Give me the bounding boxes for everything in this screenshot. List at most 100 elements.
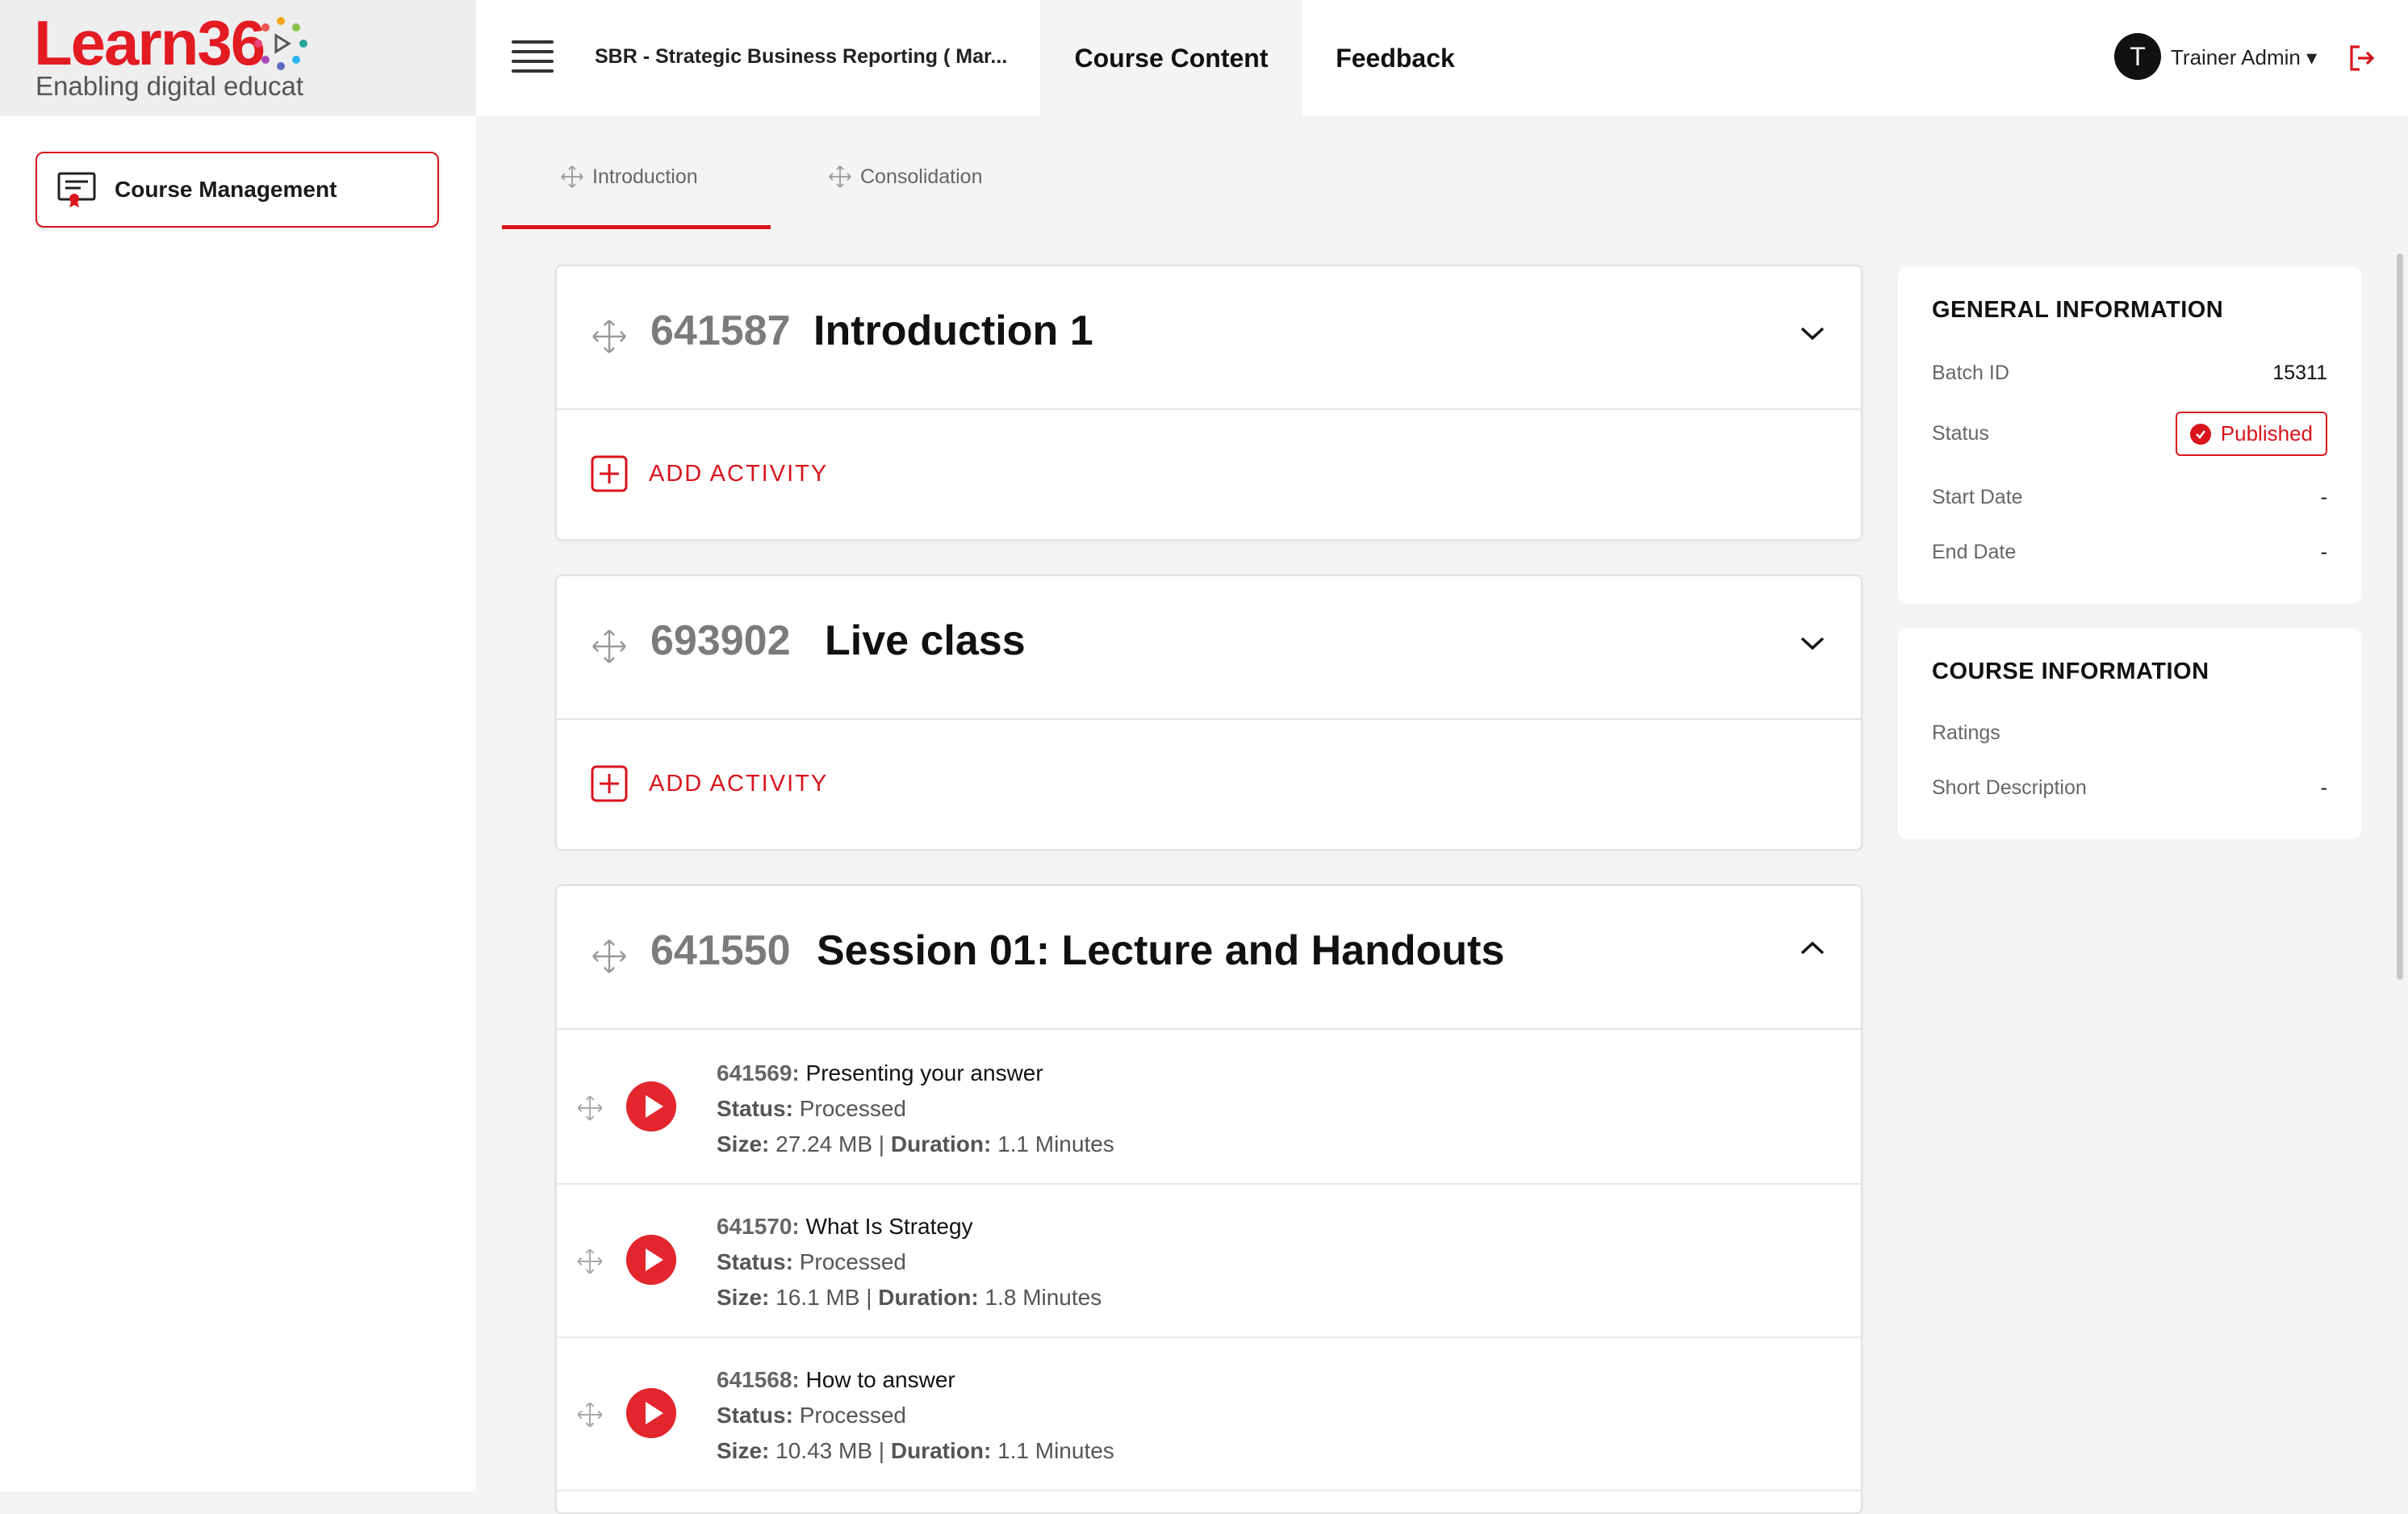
list-item[interactable]: 641568: How to answer Status: Processed … bbox=[557, 1336, 1861, 1491]
activity-name[interactable]: Presenting your answer bbox=[806, 1060, 1043, 1085]
activity-id: 641568: bbox=[717, 1367, 800, 1392]
duration-label: Duration: bbox=[890, 1438, 992, 1463]
user-menu[interactable]: Trainer Admin ▾ bbox=[2171, 45, 2317, 70]
logo-wordmark: Learn36 bbox=[34, 7, 265, 78]
activity-details: 641570: What Is Strategy Status: Process… bbox=[717, 1209, 1102, 1315]
info-row-status: Status Published bbox=[1932, 412, 2327, 456]
active-tab-indicator bbox=[502, 225, 771, 229]
drag-handle-icon[interactable] bbox=[576, 1248, 604, 1275]
info-label: Batch ID bbox=[1932, 362, 2009, 384]
chevron-down-icon[interactable] bbox=[1800, 634, 1825, 652]
section-id: 641550 bbox=[650, 927, 791, 974]
info-row-short-description: Short Description - bbox=[1932, 776, 2327, 800]
chevron-up-icon[interactable] bbox=[1800, 939, 1825, 957]
drag-handle-icon[interactable] bbox=[591, 938, 628, 975]
logo-area[interactable]: Learn36 Enabling digital educat bbox=[0, 0, 476, 116]
end-date-value: - bbox=[2320, 541, 2327, 563]
status-value: Published bbox=[2220, 421, 2313, 445]
move-icon bbox=[561, 165, 583, 188]
section-card: 641587 Introduction 1 ADD ACTIVITY bbox=[555, 265, 1862, 541]
scrollbar[interactable] bbox=[2397, 253, 2403, 980]
certificate-icon bbox=[57, 172, 96, 207]
general-information-panel: GENERAL INFORMATION Batch ID 15311 Statu… bbox=[1898, 266, 2361, 604]
info-row-ratings: Ratings bbox=[1932, 721, 2327, 745]
sidebar-item-course-management[interactable]: Course Management bbox=[36, 152, 439, 228]
activity-size: 16.1 MB bbox=[775, 1285, 860, 1310]
logo-dots-icon bbox=[254, 17, 307, 70]
activity-name[interactable]: How to answer bbox=[806, 1367, 955, 1392]
info-row-start-date: Start Date - bbox=[1932, 486, 2327, 509]
separator: | bbox=[878, 1438, 885, 1463]
logout-icon[interactable] bbox=[2347, 44, 2376, 73]
separator: | bbox=[866, 1285, 872, 1310]
avatar[interactable]: T bbox=[2114, 33, 2161, 80]
info-row-batch-id: Batch ID 15311 bbox=[1932, 362, 2327, 385]
duration-label: Duration: bbox=[890, 1131, 992, 1156]
drag-handle-icon[interactable] bbox=[591, 628, 628, 665]
activity-id: 641570: bbox=[717, 1214, 800, 1239]
move-icon bbox=[829, 165, 851, 188]
size-label: Size: bbox=[717, 1285, 770, 1310]
drag-handle-icon[interactable] bbox=[576, 1401, 604, 1428]
chevron-down-icon[interactable] bbox=[1800, 324, 1825, 342]
info-label: Start Date bbox=[1932, 486, 2023, 508]
info-label: Ratings bbox=[1932, 721, 2000, 744]
section-id: 641587 bbox=[650, 307, 791, 354]
drag-handle-icon[interactable] bbox=[576, 1094, 604, 1122]
activity-duration: 1.1 Minutes bbox=[997, 1131, 1114, 1156]
activity-id: 641569: bbox=[717, 1060, 800, 1085]
activity-details: 641568: How to answer Status: Processed … bbox=[717, 1362, 1114, 1469]
info-label: Short Description bbox=[1932, 776, 2087, 799]
tab-feedback[interactable]: Feedback bbox=[1302, 0, 1488, 116]
activity-duration: 1.1 Minutes bbox=[997, 1438, 1114, 1463]
drag-handle-icon[interactable] bbox=[591, 318, 628, 355]
start-date-value: - bbox=[2320, 486, 2327, 508]
size-label: Size: bbox=[717, 1438, 770, 1463]
section-title: Live class bbox=[825, 617, 1026, 664]
section-title: Session 01: Lecture and Handouts bbox=[817, 927, 1505, 974]
activity-size: 27.24 MB bbox=[775, 1131, 872, 1156]
course-information-panel: COURSE INFORMATION Ratings Short Descrip… bbox=[1898, 628, 2361, 839]
status-badge: Published bbox=[2175, 412, 2327, 456]
section-header[interactable]: 693902 Live class bbox=[557, 576, 1861, 720]
activity-name[interactable]: What Is Strategy bbox=[806, 1214, 973, 1239]
info-row-end-date: End Date - bbox=[1932, 541, 2327, 564]
play-icon[interactable] bbox=[626, 1235, 676, 1285]
play-icon[interactable] bbox=[626, 1388, 676, 1438]
status-label: Status: bbox=[717, 1403, 793, 1428]
separator: | bbox=[878, 1131, 885, 1156]
check-circle-icon bbox=[2189, 423, 2211, 445]
activity-details: 641569: Presenting your answer Status: P… bbox=[717, 1056, 1114, 1162]
logo-tagline: Enabling digital educat bbox=[36, 71, 304, 101]
list-item[interactable]: 641569: Presenting your answer Status: P… bbox=[557, 1030, 1861, 1185]
add-activity-label: ADD ACTIVITY bbox=[649, 460, 829, 487]
add-icon bbox=[591, 455, 628, 492]
short-description-value: - bbox=[2320, 776, 2327, 799]
add-activity-button[interactable]: ADD ACTIVITY bbox=[591, 455, 828, 492]
duration-label: Duration: bbox=[878, 1285, 979, 1310]
activity-duration: 1.8 Minutes bbox=[985, 1285, 1102, 1310]
info-label: End Date bbox=[1932, 541, 2017, 563]
add-activity-label: ADD ACTIVITY bbox=[649, 770, 829, 797]
activity-size: 10.43 MB bbox=[775, 1438, 872, 1463]
section-header[interactable]: 641587 Introduction 1 bbox=[557, 266, 1861, 410]
section-title: Introduction 1 bbox=[813, 307, 1093, 354]
status-label: Status: bbox=[717, 1096, 793, 1121]
sidebar-item-label: Course Management bbox=[115, 177, 337, 202]
section-card: 693902 Live class ADD ACTIVITY bbox=[555, 575, 1862, 851]
subtab-introduction[interactable]: Introduction bbox=[560, 165, 698, 189]
list-item[interactable]: 641570: What Is Strategy Status: Process… bbox=[557, 1183, 1861, 1338]
subtab-label: Introduction bbox=[592, 165, 698, 188]
add-activity-button[interactable]: ADD ACTIVITY bbox=[591, 765, 828, 802]
section-card: 641550 Session 01: Lecture and Handouts … bbox=[555, 885, 1862, 1514]
activity-status: Processed bbox=[799, 1249, 906, 1274]
subtab-consolidation[interactable]: Consolidation bbox=[828, 165, 983, 189]
section-header[interactable]: 641550 Session 01: Lecture and Handouts bbox=[557, 886, 1861, 1030]
play-icon[interactable] bbox=[626, 1081, 676, 1131]
info-label: Status bbox=[1932, 422, 1989, 445]
subtab-label: Consolidation bbox=[860, 165, 983, 188]
panel-heading: COURSE INFORMATION bbox=[1932, 659, 2209, 684]
add-icon bbox=[591, 765, 628, 802]
hamburger-menu-icon[interactable] bbox=[512, 40, 554, 74]
tab-course-content[interactable]: Course Content bbox=[1040, 0, 1302, 116]
